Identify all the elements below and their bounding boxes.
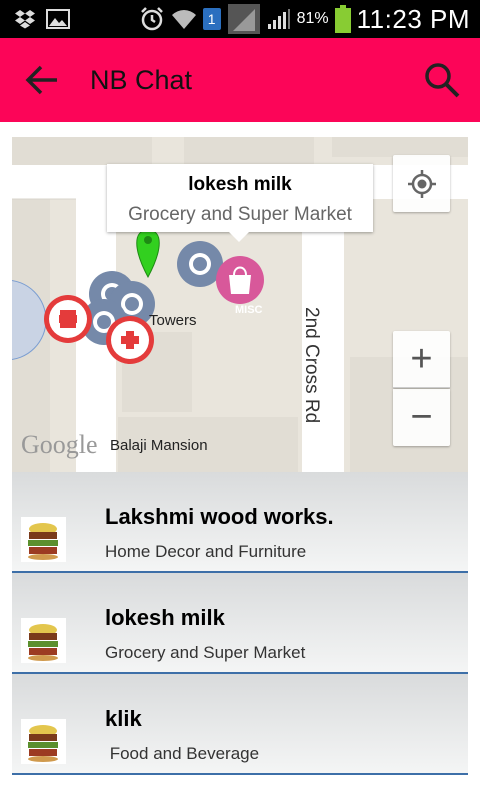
battery-icon (334, 5, 351, 33)
list-item[interactable]: klik Food and Beverage (12, 674, 468, 775)
food-thumbnail-icon (21, 719, 66, 764)
map-label-towers: Towers (149, 312, 197, 329)
wifi-icon (171, 7, 197, 31)
item-category: Food and Beverage (105, 744, 260, 763)
item-title: Lakshmi wood works. (105, 504, 334, 529)
zoom-out-button[interactable]: − (393, 389, 450, 446)
shopping-bag-marker-icon[interactable] (216, 256, 264, 304)
app-title: NB Chat (90, 64, 193, 95)
map-info-window[interactable]: lokesh milk Grocery and Super Market (107, 164, 373, 242)
app-bar: NB Chat (0, 38, 480, 122)
search-icon (425, 63, 460, 98)
google-logo: Google (21, 430, 98, 459)
list-item[interactable]: Lakshmi wood works. Home Decor and Furni… (12, 472, 468, 573)
map-label-road: 2nd Cross Rd (301, 307, 322, 424)
signal-icon (227, 3, 261, 35)
hospital-marker-icon[interactable] (44, 295, 92, 343)
item-category: Home Decor and Furniture (105, 542, 307, 561)
alarm-icon (139, 6, 165, 32)
status-bar: 1 81% 11:23 PM (0, 0, 480, 38)
item-thumbnail (21, 719, 66, 764)
item-title: klik (105, 706, 142, 731)
battery-percent: 81% (296, 10, 329, 27)
info-window-title: lokesh milk (188, 174, 292, 195)
food-thumbnail-icon (21, 618, 66, 663)
my-location-button[interactable] (393, 155, 450, 212)
map-label-misc: MISC (235, 304, 263, 316)
map-view[interactable]: lokesh milk Grocery and Super Market Tow… (12, 137, 468, 472)
dropbox-icon (14, 9, 36, 29)
zoom-in-button[interactable]: + (393, 331, 450, 388)
search-button[interactable] (412, 38, 472, 122)
map-label-building: Balaji Mansion (110, 437, 208, 454)
sim-icon: 1 (202, 8, 221, 30)
info-window-tail (229, 232, 249, 242)
business-list: Lakshmi wood works. Home Decor and Furni… (12, 472, 468, 775)
food-thumbnail-icon (21, 517, 66, 562)
image-icon (46, 9, 70, 29)
arrow-back-icon (25, 65, 57, 95)
item-category: Grocery and Super Market (105, 643, 306, 662)
signal-icon (267, 8, 291, 30)
list-item[interactable]: lokesh milk Grocery and Super Market (12, 573, 468, 674)
item-thumbnail (21, 618, 66, 663)
hospital-marker-icon[interactable] (106, 316, 154, 364)
status-time: 11:23 PM (356, 3, 470, 34)
my-location-icon (407, 169, 436, 198)
info-window-subtitle: Grocery and Super Market (128, 204, 352, 225)
item-title: lokesh milk (105, 605, 225, 630)
back-button[interactable] (12, 38, 72, 122)
item-thumbnail (21, 517, 66, 562)
